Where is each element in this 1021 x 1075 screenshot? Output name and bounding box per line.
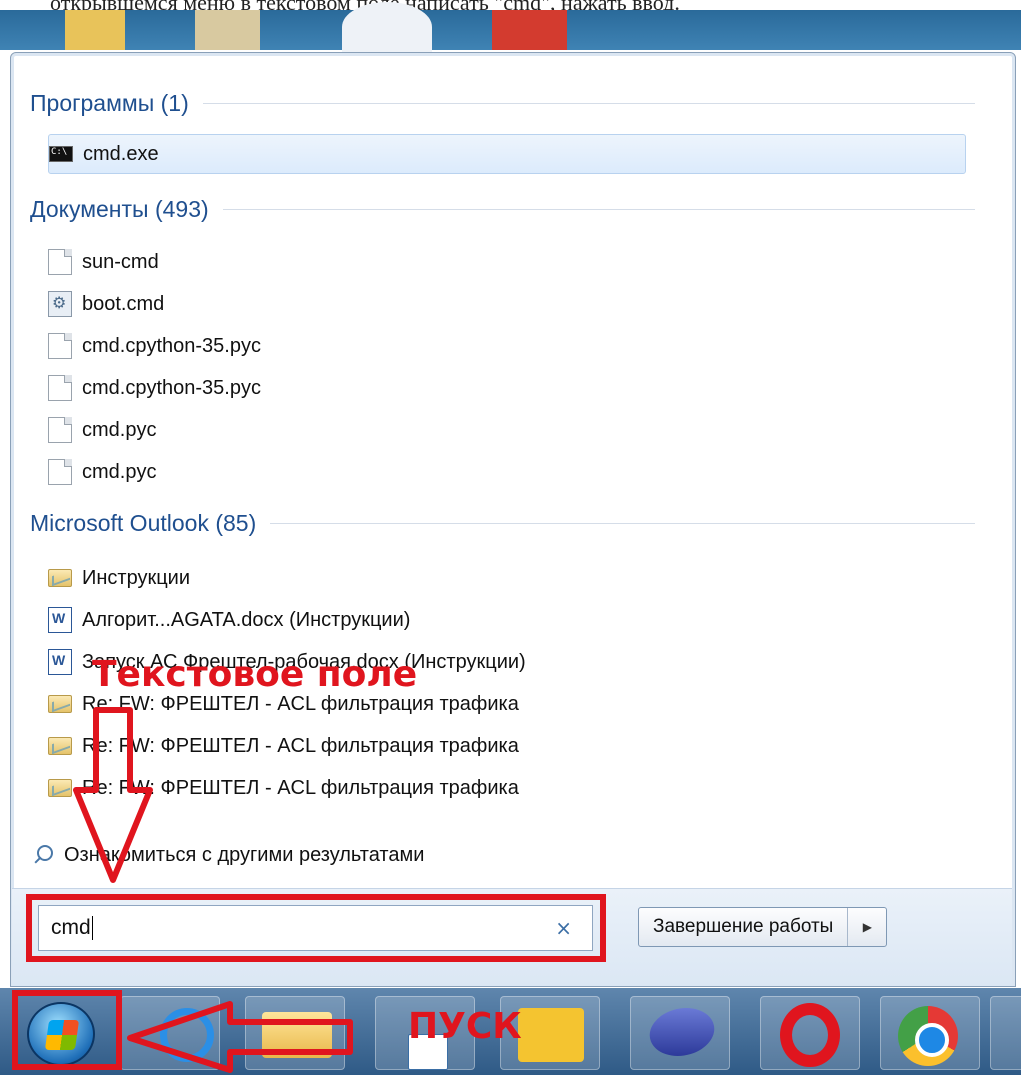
desktop-folder-icon[interactable] [65, 10, 125, 50]
annotation-start-highlight [12, 990, 122, 1070]
section-heading-label: Microsoft Outlook (85) [30, 510, 257, 536]
search-icon [32, 844, 54, 866]
result-label: sun-cmd [82, 250, 159, 273]
mail-icon [48, 737, 72, 755]
result-document[interactable]: boot.cmd [48, 284, 164, 324]
section-heading-documents: Документы (493) [30, 196, 975, 223]
result-label: cmd.cpython-35.pyc [82, 334, 261, 357]
section-heading-label: Документы (493) [30, 196, 209, 222]
see-more-results-link[interactable]: Ознакомиться с другими результатами [32, 838, 424, 872]
result-label: boot.cmd [82, 292, 165, 315]
result-document[interactable]: cmd.pyc [48, 410, 156, 450]
desktop-app-icon[interactable] [342, 2, 432, 52]
shutdown-label[interactable]: Завершение работы [639, 908, 849, 946]
chrome-icon [898, 1006, 958, 1066]
result-outlook-item[interactable]: Re: FW: ФРЕШТЕЛ - ACL фильтрация трафика [48, 768, 519, 808]
result-outlook-item[interactable]: Инструкции [48, 558, 190, 598]
shutdown-button[interactable]: Завершение работы ▶ [638, 907, 888, 947]
mail-icon [48, 695, 72, 713]
result-label: Re: FW: ФРЕШТЕЛ - ACL фильтрация трафика [82, 692, 519, 715]
annotation-start-label: ПУСК [408, 1006, 522, 1047]
section-divider [270, 523, 975, 524]
result-label: cmd.pyc [82, 460, 157, 483]
file-explorer-icon [262, 1012, 332, 1058]
result-cmd-exe[interactable]: cmd.exe [48, 134, 966, 174]
result-label: Алгорит...AGATA.docx (Инструкции) [82, 608, 411, 631]
settings-file-icon [48, 291, 72, 317]
cmd-icon [49, 146, 73, 162]
annotation-text-field-label: Текстовое поле [92, 654, 418, 695]
section-divider [222, 209, 975, 210]
document-icon [48, 375, 72, 401]
screenshot: открывшемся меню в текстовом поле написа… [0, 0, 1021, 1075]
section-heading-label: Программы (1) [30, 90, 189, 116]
section-heading-programs: Программы (1) [30, 90, 975, 117]
document-icon [48, 417, 72, 443]
section-heading-outlook: Microsoft Outlook (85) [30, 510, 975, 537]
word-icon [48, 649, 72, 675]
word-icon [48, 607, 72, 633]
result-document[interactable]: cmd.cpython-35.pyc [48, 326, 261, 366]
taskbar-button-partial[interactable] [990, 996, 1021, 1070]
desktop-file-icon[interactable] [195, 10, 260, 50]
result-label: cmd.exe [83, 142, 159, 165]
result-outlook-item[interactable]: Алгорит...AGATA.docx (Инструкции) [48, 600, 410, 640]
document-icon [48, 459, 72, 485]
see-more-results-label: Ознакомиться с другими результатами [64, 843, 425, 866]
internet-explorer-icon [160, 1008, 214, 1062]
result-label: cmd.cpython-35.pyc [82, 376, 261, 399]
annotation-search-highlight [26, 894, 606, 962]
result-document[interactable]: cmd.cpython-35.pyc [48, 368, 261, 408]
shutdown-options-arrow-icon[interactable]: ▶ [848, 908, 886, 946]
result-document[interactable]: sun-cmd [48, 242, 159, 282]
mail-folder-icon [48, 569, 72, 587]
mail-icon [48, 779, 72, 797]
result-label: Re: FW: ФРЕШТЕЛ - ACL фильтрация трафика [82, 734, 519, 757]
document-icon [48, 249, 72, 275]
result-label: cmd.pyc [82, 418, 157, 441]
outlook-icon [518, 1008, 584, 1062]
desktop-shortcut-icon[interactable] [492, 10, 567, 50]
result-outlook-item[interactable]: Re: FW: ФРЕШТЕЛ - ACL фильтрация трафика [48, 726, 519, 766]
document-icon [48, 333, 72, 359]
result-label: Re: FW: ФРЕШТЕЛ - ACL фильтрация трафика [82, 776, 519, 799]
result-document[interactable]: cmd.pyc [48, 452, 156, 492]
result-label: Инструкции [82, 566, 191, 589]
section-divider [202, 103, 975, 104]
opera-icon [780, 1003, 840, 1067]
